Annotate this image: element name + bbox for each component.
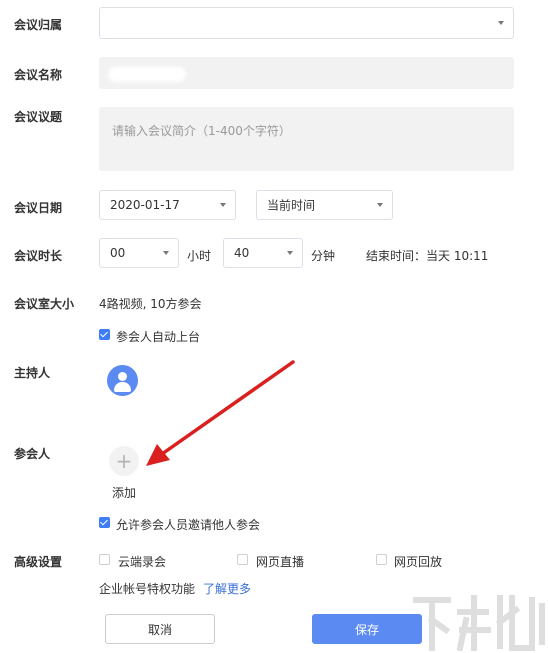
chevron-down-icon: [498, 21, 504, 25]
allow-invite-label[interactable]: 允许参会人员邀请他人参会: [116, 516, 260, 533]
redacted-area: [120, 18, 148, 32]
label-host: 主持人: [14, 366, 51, 380]
time-select[interactable]: 当前时间: [256, 190, 393, 220]
hours-select-value: 00: [110, 246, 126, 260]
agenda-placeholder: 请输入会议简介（1-400个字符）: [112, 124, 291, 138]
label-participants: 参会人: [14, 447, 51, 461]
date-select-value: 2020-01-17: [110, 198, 180, 212]
room-size-value: 4路视频, 10方参会: [99, 297, 202, 311]
agenda-textarea[interactable]: 请输入会议简介（1-400个字符）: [99, 107, 514, 171]
auto-stage-checkbox[interactable]: [99, 329, 110, 340]
watermark-logo: [413, 595, 545, 652]
web-replay-label[interactable]: 网页回放: [394, 553, 442, 570]
label-name: 会议名称: [14, 68, 63, 82]
chevron-down-icon: [287, 251, 293, 255]
web-replay-checkbox[interactable]: [376, 554, 387, 565]
web-live-checkbox[interactable]: [237, 554, 248, 565]
label-duration: 会议时长: [14, 249, 63, 263]
cancel-button[interactable]: 取消: [105, 614, 215, 644]
date-select[interactable]: 2020-01-17: [99, 190, 236, 220]
label-agenda: 会议议题: [14, 110, 63, 124]
plus-icon: +: [115, 449, 133, 473]
minutes-select-value: 40: [234, 246, 250, 260]
label-date: 会议日期: [14, 201, 63, 215]
enterprise-note: 企业帐号特权功能: [99, 582, 196, 596]
cloud-record-checkbox[interactable]: [99, 554, 110, 565]
org-select[interactable]: [99, 7, 514, 39]
label-room-size: 会议室大小: [14, 297, 75, 311]
hours-select[interactable]: 00: [99, 238, 179, 268]
add-participant-button[interactable]: +: [109, 446, 139, 476]
user-icon-body: [114, 382, 131, 392]
end-time: 结束时间：当天 10:11: [366, 249, 489, 263]
chevron-down-icon: [220, 203, 226, 207]
minutes-unit: 分钟: [311, 249, 336, 263]
label-advanced: 高级设置: [14, 555, 63, 569]
cloud-record-label[interactable]: 云端录会: [118, 553, 166, 570]
auto-stage-label[interactable]: 参会人自动上台: [116, 328, 200, 345]
time-select-value: 当前时间: [267, 198, 316, 213]
host-avatar[interactable]: [107, 365, 138, 396]
learn-more-link[interactable]: 了解更多: [203, 580, 251, 597]
redacted-meeting-name: [108, 67, 186, 82]
chevron-down-icon: [377, 203, 383, 207]
meeting-name-input[interactable]: [99, 57, 514, 89]
arrow-shaft: [160, 360, 295, 456]
allow-invite-checkbox[interactable]: [99, 517, 110, 528]
web-live-label[interactable]: 网页直播: [256, 553, 304, 570]
user-icon: [118, 372, 127, 381]
label-org: 会议归属: [14, 18, 63, 32]
minutes-select[interactable]: 40: [223, 238, 303, 268]
arrow-head: [146, 444, 170, 466]
chevron-down-icon: [163, 251, 169, 255]
save-button[interactable]: 保存: [312, 614, 422, 644]
add-participant-label[interactable]: 添加: [112, 484, 136, 501]
hours-unit: 小时: [187, 249, 212, 263]
